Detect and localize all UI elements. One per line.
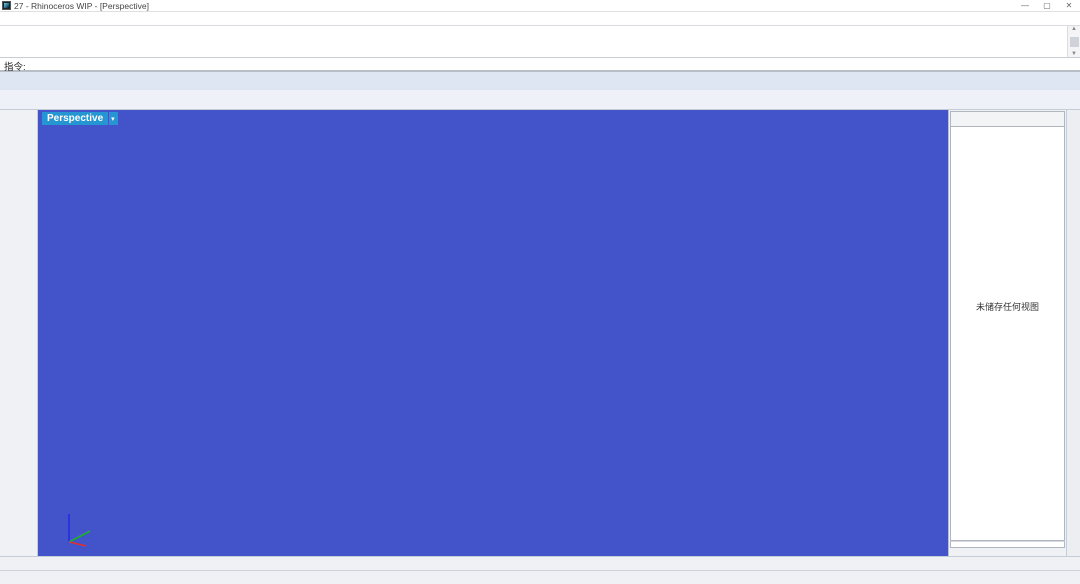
command-prompt[interactable]: 指令: [0, 58, 1080, 72]
named-views-panel: 未储存任何视图 [948, 110, 1066, 556]
scroll-up-icon[interactable]: ▲ [1071, 26, 1077, 32]
left-toolbox [0, 110, 38, 556]
panel-tab-strip [1066, 110, 1080, 556]
main-toolbar [0, 90, 1080, 110]
minimize-button[interactable]: — [1014, 0, 1036, 11]
maximize-button[interactable]: ▢ [1036, 0, 1058, 11]
panel-footer [949, 548, 1066, 556]
toolbar-tab-strip [0, 72, 1080, 90]
command-history: ▲ ▼ [0, 26, 1080, 58]
rhino-window: 27 - Rhinoceros WIP - [Perspective] — ▢ … [0, 0, 1080, 584]
command-scrollbar[interactable]: ▲ ▼ [1067, 26, 1080, 57]
perspective-viewport[interactable]: Perspective ▾ [38, 110, 948, 556]
status-bar [0, 570, 1080, 584]
viewport-title[interactable]: Perspective [42, 112, 108, 125]
viewport-menu-caret-icon[interactable]: ▾ [109, 112, 118, 125]
app-icon [2, 1, 11, 10]
close-button[interactable]: ✕ [1058, 0, 1080, 11]
viewport-scene [38, 110, 948, 556]
named-views-list[interactable]: 未储存任何视图 [950, 127, 1065, 541]
window-title: 27 - Rhinoceros WIP - [Perspective] [14, 1, 149, 11]
named-views-toolbar [950, 111, 1065, 127]
scroll-thumb[interactable] [1070, 37, 1079, 47]
osnap-bar [0, 556, 1080, 570]
named-views-options [950, 541, 1065, 548]
menu-bar [0, 12, 1080, 26]
empty-views-text: 未储存任何视图 [951, 300, 1064, 313]
title-bar: 27 - Rhinoceros WIP - [Perspective] — ▢ … [0, 0, 1080, 12]
scroll-down-icon[interactable]: ▼ [1071, 51, 1077, 57]
cplane-axis-gizmo [54, 502, 100, 550]
